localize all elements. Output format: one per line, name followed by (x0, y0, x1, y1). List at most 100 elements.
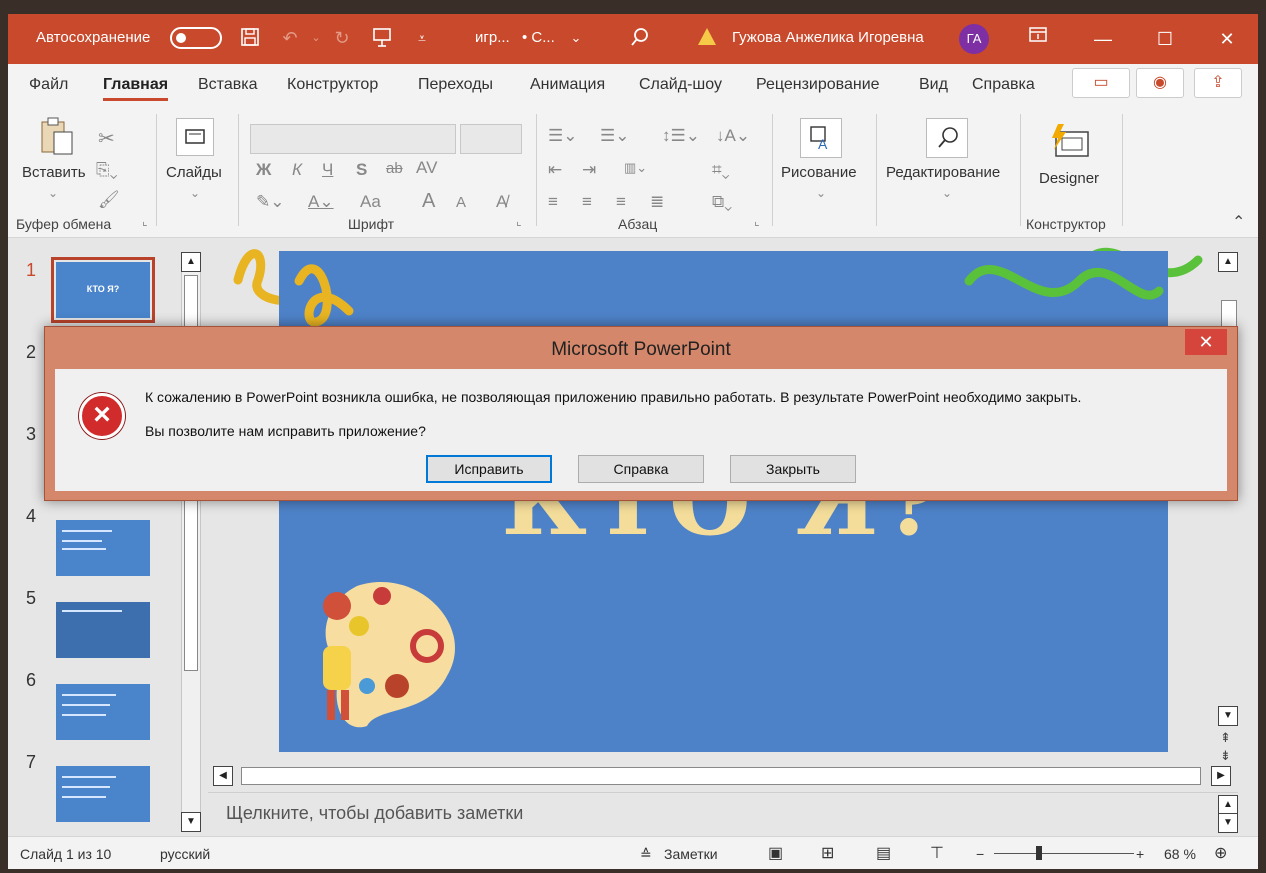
save-icon[interactable] (238, 26, 262, 50)
editing-label[interactable]: Редактирование (886, 164, 1000, 181)
language-indicator[interactable]: русский (160, 846, 210, 862)
scroll-left-arrow[interactable]: ◀ (213, 766, 233, 786)
line-spacing-icon[interactable]: ↕☰⌄ (662, 126, 700, 146)
zoom-slider[interactable] (994, 853, 1134, 854)
scroll-up-arrow[interactable]: ▲ (1218, 252, 1238, 272)
highlight-icon[interactable]: ✎⌄ (256, 192, 285, 212)
align-left-icon[interactable]: ≡ (548, 192, 558, 212)
char-spacing-button[interactable]: AV (416, 158, 437, 178)
collapse-ribbon-icon[interactable]: ⌃ (1232, 212, 1245, 232)
drawing-dropdown-icon[interactable]: ⌄ (816, 186, 826, 200)
slideshow-view-icon[interactable]: ⊤ (930, 843, 944, 863)
fit-to-window-icon[interactable]: ⊕ (1214, 843, 1227, 863)
align-center-icon[interactable]: ≡ (582, 192, 592, 212)
designer-icon[interactable] (1048, 122, 1092, 167)
font-color-icon[interactable]: A⌄ (308, 192, 334, 212)
notes-pane[interactable]: Щелкните, чтобы добавить заметки ▲ ▼ (208, 792, 1238, 833)
smartart-icon[interactable]: ⧉⌄ (712, 192, 732, 212)
underline-button[interactable]: Ч (322, 160, 333, 180)
search-icon[interactable] (628, 26, 652, 50)
scroll-thumb[interactable] (241, 767, 1201, 785)
tab-animations[interactable]: Анимация (530, 76, 605, 94)
paste-dropdown-icon[interactable]: ⌄ (48, 186, 58, 200)
user-name[interactable]: Гужова Анжелика Игоревна (732, 29, 924, 46)
tab-review[interactable]: Рецензирование (756, 76, 880, 94)
tab-transitions[interactable]: Переходы (418, 76, 493, 94)
align-text-icon[interactable]: ⌗⌄ (712, 160, 730, 180)
justify-icon[interactable]: ≣ (650, 192, 664, 212)
notes-placeholder[interactable]: Щелкните, чтобы добавить заметки (226, 803, 523, 824)
redo-icon[interactable]: ↻ (330, 26, 354, 50)
undo-dropdown-icon[interactable]: ⌄ (304, 26, 328, 50)
clipboard-launcher-icon[interactable]: ⌞ (142, 214, 148, 228)
fix-button[interactable]: Исправить (426, 455, 552, 483)
slide-thumbnail-1[interactable]: КТО Я? (51, 257, 155, 323)
scroll-right-arrow[interactable]: ▶ (1211, 766, 1231, 786)
close-button[interactable]: Закрыть (730, 455, 856, 483)
zoom-out-button[interactable]: − (976, 846, 984, 862)
shadow-button[interactable]: S (356, 160, 367, 180)
file-name[interactable]: игр... (475, 29, 510, 46)
copy-icon[interactable]: ⎘⌄ (96, 160, 118, 180)
designer-label[interactable]: Designer (1039, 170, 1099, 187)
paste-label[interactable]: Вставить (22, 164, 86, 181)
minimize-icon[interactable]: — (1083, 24, 1123, 54)
tab-view[interactable]: Вид (919, 76, 948, 94)
notes-scroll-down-arrow[interactable]: ▼ (1218, 813, 1238, 833)
slide-thumbnail-4[interactable] (56, 520, 150, 576)
scroll-down-arrow[interactable]: ▼ (1218, 706, 1238, 726)
increase-indent-icon[interactable]: ⇥ (582, 160, 596, 180)
customize-toolbar-icon[interactable]: ⩡ (410, 26, 434, 50)
notes-icon[interactable]: ≙ (640, 846, 652, 863)
bullets-icon[interactable]: ☰⌄ (548, 126, 577, 146)
comments-button[interactable]: ▭ (1072, 68, 1130, 98)
editing-icon[interactable] (926, 118, 968, 158)
drawing-icon[interactable]: A (800, 118, 842, 158)
scroll-up-arrow[interactable]: ▲ (181, 252, 201, 272)
chevron-down-icon[interactable]: ⌄ (564, 26, 588, 50)
share-button[interactable]: ⇪ (1194, 68, 1242, 98)
scroll-down-arrow[interactable]: ▼ (181, 812, 201, 832)
tab-design[interactable]: Конструктор (287, 76, 378, 94)
slide-thumbnail-7[interactable] (56, 766, 150, 822)
zoom-in-button[interactable]: + (1136, 846, 1144, 862)
zoom-level[interactable]: 68 % (1164, 846, 1196, 862)
change-case-button[interactable]: Aa (360, 192, 381, 212)
grow-font-button[interactable]: A (422, 190, 435, 213)
dialog-close-icon[interactable]: ✕ (1185, 329, 1227, 355)
bold-button[interactable]: Ж (256, 160, 271, 180)
slide-thumbnail-5[interactable] (56, 602, 150, 658)
tab-help[interactable]: Справка (972, 76, 1035, 94)
record-button[interactable]: ◉ (1136, 68, 1184, 98)
notes-scroll-up-arrow[interactable]: ▲ (1218, 795, 1238, 815)
present-from-start-icon[interactable] (370, 26, 394, 50)
next-slide-icon[interactable]: ⇟ (1220, 748, 1231, 764)
close-icon[interactable]: ✕ (1207, 24, 1247, 54)
font-name-combo[interactable] (250, 124, 456, 154)
numbering-icon[interactable]: ☰⌄ (600, 126, 629, 146)
slides-dropdown-icon[interactable]: ⌄ (190, 186, 200, 200)
maximize-icon[interactable]: ☐ (1145, 24, 1185, 54)
shrink-font-button[interactable]: A (456, 194, 466, 211)
undo-icon[interactable]: ↶ (278, 26, 302, 50)
editing-dropdown-icon[interactable]: ⌄ (942, 186, 952, 200)
notes-button[interactable]: Заметки (664, 846, 718, 862)
slides-label[interactable]: Слайды (166, 164, 222, 181)
paragraph-launcher-icon[interactable]: ⌞ (754, 214, 760, 228)
slide-sorter-icon[interactable]: ⊞ (821, 843, 834, 863)
help-button[interactable]: Справка (578, 455, 704, 483)
reading-view-icon[interactable]: ▤ (876, 843, 891, 863)
format-painter-icon[interactable]: 🖌 (98, 190, 120, 210)
clear-formatting-icon[interactable]: A̸ (496, 192, 507, 212)
text-direction-icon[interactable]: ↓A⌄ (716, 126, 750, 146)
ribbon-display-options-icon[interactable] (1026, 26, 1050, 50)
normal-view-icon[interactable]: ▣ (768, 843, 783, 863)
font-size-combo[interactable] (460, 124, 522, 154)
cut-icon[interactable]: ✂ (98, 126, 115, 151)
strikethrough-button[interactable]: ab (386, 160, 403, 177)
new-slide-icon[interactable] (176, 118, 214, 156)
paste-icon[interactable] (38, 116, 78, 163)
tab-file[interactable]: Файл (29, 76, 68, 94)
previous-slide-icon[interactable]: ⇞ (1220, 730, 1231, 746)
tab-home[interactable]: Главная (103, 76, 169, 101)
